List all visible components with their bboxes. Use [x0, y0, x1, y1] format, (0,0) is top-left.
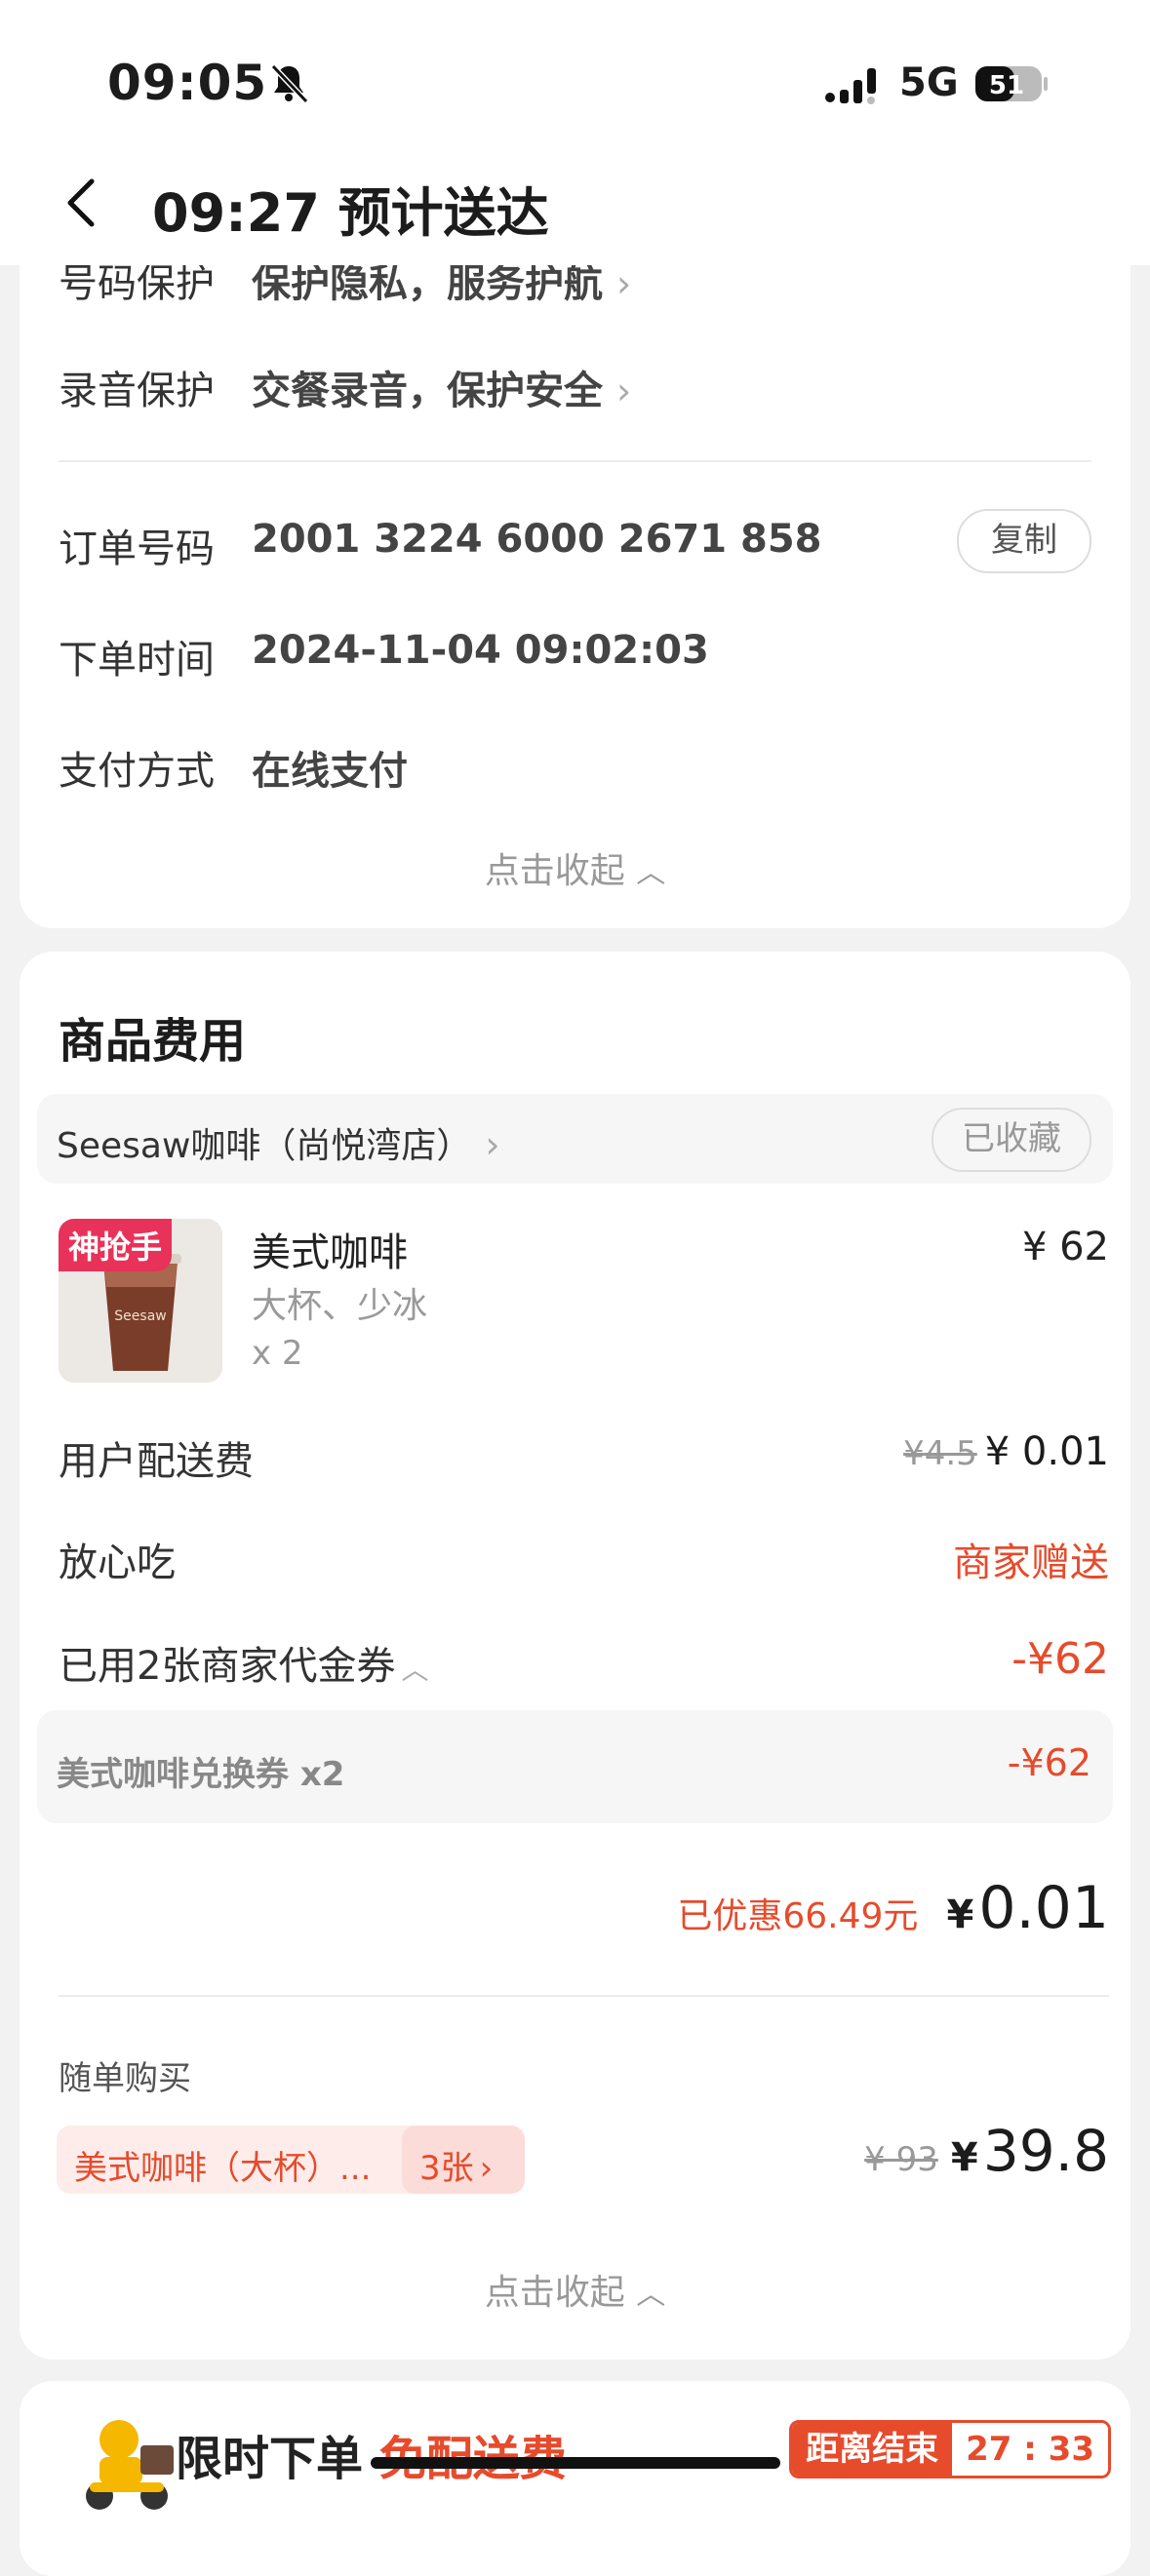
order-time-label: 下单时间	[59, 638, 215, 683]
product-price: ¥ 62	[1021, 1225, 1109, 1269]
chevron-right-icon: ›	[616, 262, 632, 305]
chevron-up-icon: ︿	[636, 856, 666, 890]
addon-count: 3张	[419, 2149, 474, 2188]
addon-item: 美式咖啡（大杯）...	[74, 2149, 372, 2188]
divider	[59, 1995, 1109, 1997]
chevron-up-icon: ︿	[636, 2278, 666, 2312]
delivery-fee-label: 用户配送费	[59, 1439, 254, 1484]
addon-count-tag[interactable]: 3张 ›	[402, 2126, 525, 2194]
promo-text: 限时下单 免配送费	[176, 2420, 567, 2488]
recording-value: 交餐录音，保护安全	[252, 369, 603, 413]
promo-text-a: 限时下单	[176, 2432, 364, 2486]
voucher-label: 已用2张商家代金券	[59, 1644, 396, 1689]
voucher-detail-label: 美式咖啡兑换券 x2	[57, 1755, 345, 1794]
shop-bar[interactable]: Seesaw咖啡（尚悦湾店） › 已收藏	[37, 1094, 1113, 1184]
saved-amount: 已优惠66.49元	[677, 1896, 919, 1936]
collapse-button[interactable]: 点击收起 ︿	[20, 842, 1130, 893]
voucher-detail: 美式咖啡兑换券 x2 -¥62	[37, 1710, 1113, 1823]
addon-amount: 39.8	[982, 2118, 1109, 2184]
shop-name: Seesaw咖啡（尚悦湾店）	[57, 1126, 472, 1166]
order-number-label: 订单号码	[59, 527, 215, 571]
back-arrow-icon[interactable]	[55, 174, 113, 232]
countdown-time: 27 : 33	[952, 2423, 1108, 2476]
payment-label: 支付方式	[59, 749, 215, 794]
product-spec: 大杯、少冰	[252, 1286, 428, 1326]
countdown-label: 距离结束	[792, 2423, 953, 2476]
addon-price: ¥ 93 ¥ 39.8	[864, 2118, 1109, 2184]
chevron-right-icon: ›	[479, 2149, 494, 2188]
order-time-value: 2024-11-04 09:02:03	[252, 628, 709, 673]
svg-text:Seesaw: Seesaw	[114, 1308, 166, 1324]
collapse-label: 点击收起	[484, 2273, 625, 2313]
signal-icon	[825, 68, 876, 104]
promo-card[interactable]: 限时下单 免配送费 距离结束 27 : 33	[20, 2381, 1130, 2576]
voucher-detail-value: -¥62	[1007, 1741, 1091, 1784]
top-bar: 09:05 5G 51 09:27 预计送达	[0, 0, 1150, 265]
battery-level: 51	[989, 71, 1024, 100]
addon-item-tag[interactable]: 美式咖啡（大杯）...	[57, 2126, 427, 2194]
delivery-price: ¥ 0.01	[984, 1429, 1109, 1474]
status-time: 09:05	[107, 55, 268, 111]
home-indicator[interactable]	[371, 2457, 780, 2469]
copy-button[interactable]: 复制	[957, 509, 1091, 573]
network-label: 5G	[899, 60, 959, 105]
voucher-value: -¥62	[1011, 1634, 1109, 1684]
recording-label: 录音保护	[59, 369, 215, 413]
total-amount: 0.01	[978, 1874, 1109, 1942]
delivery-original-price: ¥4.5	[903, 1434, 977, 1473]
addon-title: 随单购买	[59, 2059, 191, 2098]
bell-muted-icon	[270, 63, 309, 104]
fees-card: 商品费用 Seesaw咖啡（尚悦湾店） › 已收藏 Seesaw 神抢手 美式咖啡…	[20, 952, 1130, 2360]
order-info-card: 号码保护 保护隐私，服务护航 › 录音保护 交餐录音，保护安全 › 订单号码 200…	[20, 195, 1130, 928]
order-number-value: 2001 3224 6000 2671 858	[252, 517, 822, 562]
collapse-button[interactable]: 点击收起 ︿	[20, 2264, 1130, 2315]
product-name: 美式咖啡	[252, 1230, 408, 1275]
privacy-value: 保护隐私，服务护航	[252, 261, 603, 306]
order-total: 已优惠66.49元 ¥ 0.01	[677, 1874, 1109, 1942]
addon-original-price: ¥ 93	[864, 2140, 938, 2179]
product-quantity: x 2	[252, 1334, 303, 1373]
fees-section-title: 商品费用	[59, 1014, 247, 1069]
total-currency: ¥	[946, 1893, 974, 1937]
chevron-right-icon: ›	[616, 370, 632, 412]
product-badge: 神抢手	[59, 1219, 173, 1271]
chevron-right-icon: ›	[485, 1123, 500, 1166]
addon-currency: ¥	[950, 2135, 978, 2180]
favorited-button[interactable]: 已收藏	[932, 1108, 1091, 1172]
countdown-timer: 距离结束 27 : 33	[789, 2420, 1111, 2478]
page-title: 09:27 预计送达	[152, 182, 549, 244]
delivery-scooter-icon	[86, 2420, 174, 2510]
battery-icon: 51	[975, 66, 1048, 101]
product-image[interactable]: Seesaw 神抢手	[59, 1219, 222, 1383]
safe-eat-value: 商家赠送	[953, 1541, 1109, 1585]
divider	[59, 460, 1091, 462]
chevron-up-icon: ︿	[401, 1654, 429, 1686]
payment-value: 在线支付	[252, 749, 408, 794]
collapse-label: 点击收起	[484, 851, 625, 891]
safe-eat-label: 放心吃	[59, 1541, 176, 1585]
